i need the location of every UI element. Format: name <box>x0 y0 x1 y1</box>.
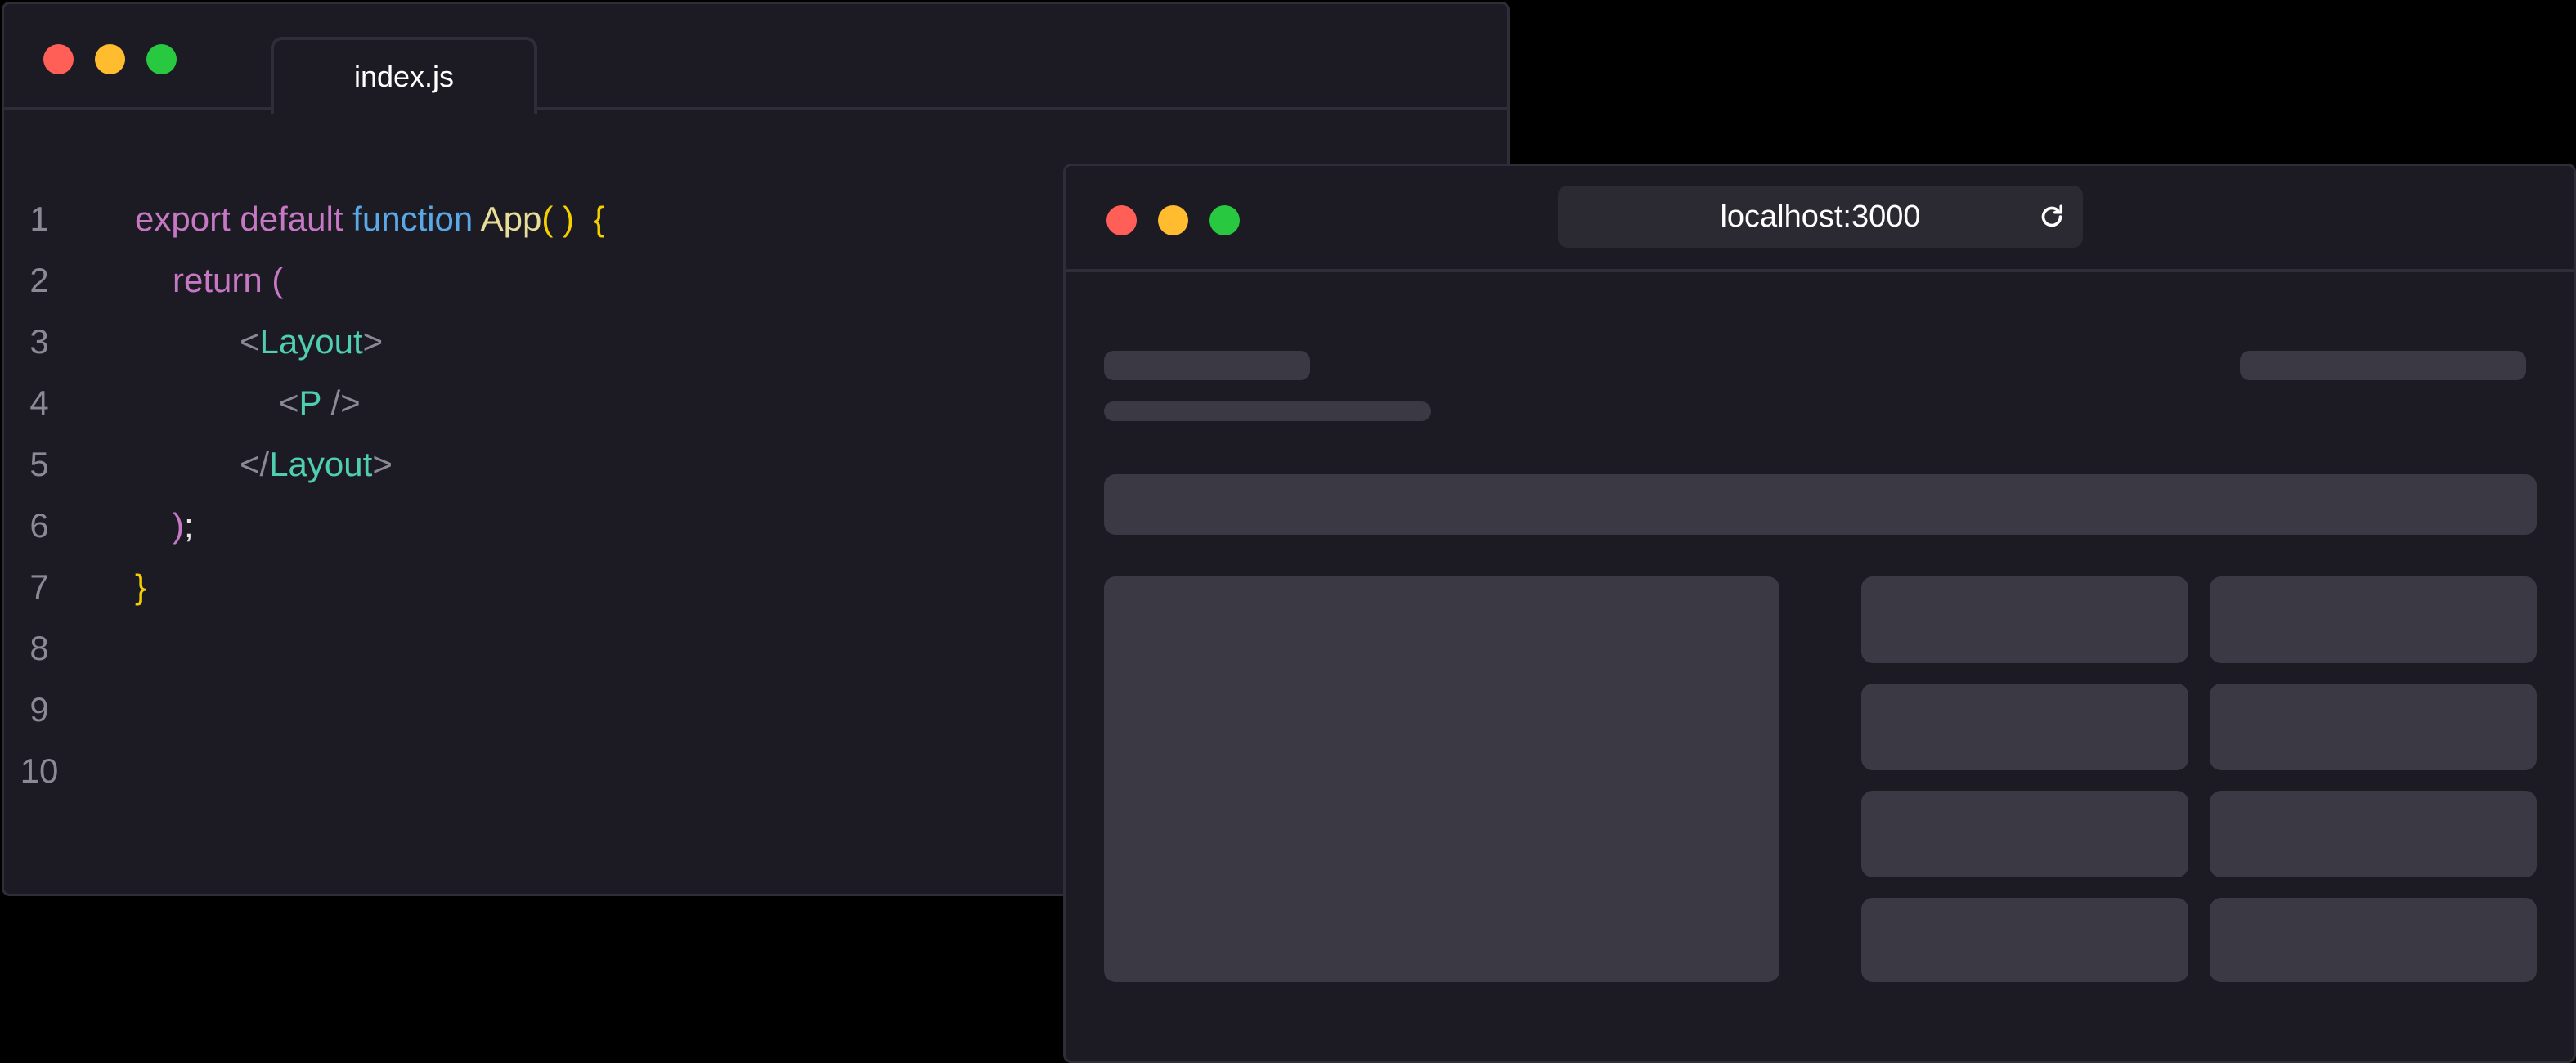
window-controls <box>1106 205 1240 235</box>
minimize-window-button[interactable] <box>1158 205 1188 235</box>
file-tab-label: index.js <box>353 60 455 93</box>
code-token: { <box>574 200 605 238</box>
line-number: 1 <box>29 200 49 238</box>
skeleton-subtitle <box>1104 401 1431 421</box>
skeleton-grid-card <box>1861 898 2188 982</box>
code-token: P <box>298 383 321 422</box>
browser-titlebar: localhost:3000 <box>1066 166 2574 272</box>
code-token: App <box>480 200 542 238</box>
code-token: ( ) <box>541 200 575 238</box>
code-token: /> <box>321 383 361 422</box>
line-number: 5 <box>29 445 49 483</box>
code-token: ; <box>184 506 194 545</box>
skeleton-grid-card <box>2210 791 2537 877</box>
close-window-button[interactable] <box>43 44 74 74</box>
close-window-button[interactable] <box>1106 205 1137 235</box>
code-token: return ( <box>173 261 284 299</box>
address-bar[interactable]: localhost:3000 <box>1558 186 2083 248</box>
code-token: } <box>135 567 147 606</box>
line-number: 4 <box>29 383 49 422</box>
code-token: Layout <box>259 322 363 361</box>
skeleton-header-action <box>2240 351 2526 380</box>
line-number: 2 <box>29 261 49 299</box>
code-token: > <box>372 445 393 483</box>
line-code: return ( <box>173 249 283 311</box>
line-number: 9 <box>29 690 49 729</box>
editor-titlebar: index.js <box>4 4 1507 114</box>
skeleton-grid-card <box>1861 791 2188 877</box>
line-code: <Layout> <box>240 311 383 372</box>
line-number: 3 <box>29 322 49 361</box>
skeleton-grid-card <box>2210 576 2537 663</box>
code-token: < <box>240 322 260 361</box>
line-code: } <box>135 556 146 617</box>
skeleton-grid-card <box>2210 684 2537 770</box>
code-token: </ <box>240 445 270 483</box>
minimize-window-button[interactable] <box>95 44 125 74</box>
window-controls <box>43 44 177 74</box>
code-token: < <box>279 383 299 422</box>
line-code: </Layout> <box>240 433 393 495</box>
file-tab-index-js[interactable]: index.js <box>271 37 537 114</box>
address-url: localhost:3000 <box>1720 199 1921 234</box>
skeleton-grid-card <box>2210 898 2537 982</box>
skeleton-grid-card <box>1861 576 2188 663</box>
skeleton-main-card <box>1104 576 1779 982</box>
code-token: > <box>362 322 384 361</box>
line-code: <P /> <box>279 372 361 433</box>
code-token: ) <box>173 506 184 545</box>
skeleton-grid-card <box>1861 684 2188 770</box>
skeleton-banner <box>1104 474 2537 535</box>
line-code: export default function App( ) { <box>135 188 604 249</box>
line-number: 10 <box>20 751 59 790</box>
line-number: 6 <box>29 506 49 545</box>
maximize-window-button[interactable] <box>146 44 177 74</box>
line-number: 7 <box>29 567 49 606</box>
code-token: export default <box>135 200 353 238</box>
code-token: Layout <box>269 445 373 483</box>
line-number: 8 <box>29 629 49 667</box>
maximize-window-button[interactable] <box>1209 205 1240 235</box>
reload-icon[interactable] <box>2037 202 2067 231</box>
line-code: ); <box>173 495 194 556</box>
code-token: function <box>352 200 481 238</box>
skeleton-title <box>1104 351 1310 380</box>
browser-window: localhost:3000 <box>1063 164 2576 1063</box>
